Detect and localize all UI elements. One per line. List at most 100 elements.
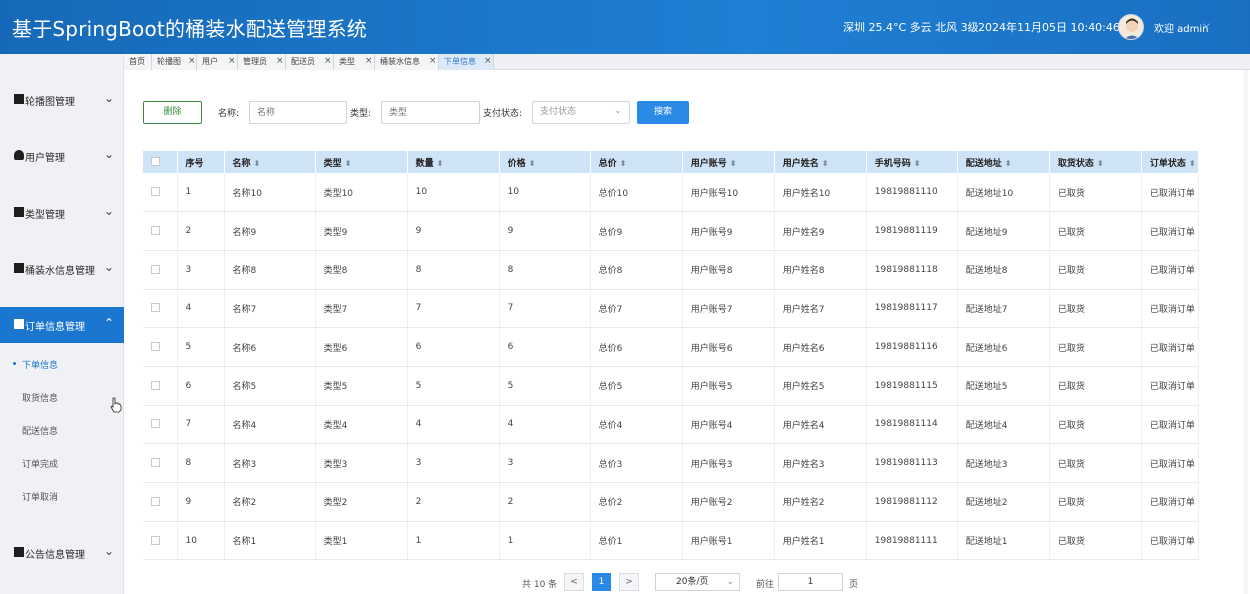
table-row[interactable]: 2 名称9 类型9 9 9 总价9 用户账号9 用户姓名9 19819881119 配送地址9 已取… — [143, 211, 1200, 251]
table-row[interactable]: 10 名称1 类型1 1 1 总价1 用户账号1 用户姓名1 19819881111 配送地址1 已… — [143, 521, 1200, 561]
page-size-select[interactable]: 20条/页 ⌄ — [655, 573, 740, 591]
avatar[interactable] — [1118, 14, 1144, 40]
scrollbar[interactable] — [1243, 70, 1248, 594]
sidebar-item-orders[interactable]: 订单信息管理 ⌃ — [0, 307, 124, 343]
search-button[interactable]: 搜索 — [637, 101, 689, 124]
prev-page-button[interactable]: < — [564, 573, 584, 591]
close-icon[interactable]: × — [188, 53, 196, 69]
sort-icon[interactable]: ⬍ — [1097, 159, 1104, 168]
close-icon[interactable]: × — [365, 53, 373, 69]
row-select-cell — [143, 443, 178, 483]
table-row[interactable]: 6 名称5 类型5 5 5 总价5 用户账号5 用户姓名5 19819881115 配送地址5 已取… — [143, 366, 1200, 406]
sidebar-item-notices[interactable]: 公告信息管理 ⌄ — [0, 535, 124, 571]
tab-water-info[interactable]: 桶装水信息 × — [375, 54, 439, 70]
sort-icon[interactable]: ⬍ — [529, 159, 536, 168]
current-page-button[interactable]: 1 — [592, 573, 611, 591]
row-checkbox[interactable] — [151, 380, 160, 390]
row-checkbox[interactable] — [151, 342, 160, 352]
column-header[interactable]: 序号 — [177, 151, 225, 173]
column-header[interactable]: 手机号码 ⬍ — [866, 151, 958, 173]
close-icon[interactable]: × — [484, 53, 492, 69]
row-checkbox[interactable] — [151, 419, 160, 429]
sort-icon[interactable]: ⬍ — [345, 159, 352, 168]
welcome-user[interactable]: 欢迎 admin — [1154, 20, 1209, 35]
delete-button[interactable]: 删除 — [143, 101, 202, 124]
table-cell: 5 — [177, 327, 225, 367]
table-row[interactable]: 5 名称6 类型6 6 6 总价6 用户账号6 用户姓名6 19819881116 配送地址6 已取… — [143, 327, 1200, 367]
sidebar-item-types[interactable]: 类型管理 ⌄ — [0, 195, 124, 231]
submenu-item-place-order[interactable]: 下单信息 — [12, 358, 58, 371]
row-checkbox[interactable] — [151, 226, 160, 236]
table-row[interactable]: 3 名称8 类型8 8 8 总价8 用户账号8 用户姓名8 19819881118 配送地址8 已取… — [143, 250, 1200, 290]
table-cell: 用户账号4 — [682, 405, 775, 445]
tab-carousel[interactable]: 轮播图 × — [152, 54, 197, 70]
row-checkbox[interactable] — [151, 496, 160, 506]
sort-icon[interactable]: ⬍ — [914, 159, 921, 168]
table-row[interactable]: 7 名称4 类型4 4 4 总价4 用户账号4 用户姓名4 19819881114 配送地址4 已取… — [143, 405, 1200, 445]
table-cell: 用户账号6 — [682, 327, 775, 367]
chevron-down-icon: ⌄ — [104, 544, 115, 558]
row-checkbox[interactable] — [151, 264, 160, 274]
row-checkbox[interactable] — [151, 187, 160, 197]
tab-home[interactable]: 首页 — [124, 54, 152, 70]
close-icon[interactable]: × — [276, 53, 284, 69]
sort-icon[interactable]: ⬍ — [620, 159, 627, 168]
close-icon[interactable]: × — [228, 53, 236, 69]
submenu-item-delivery[interactable]: 配送信息 — [22, 424, 58, 437]
column-header[interactable]: 价格 ⬍ — [499, 151, 591, 173]
tab-admin[interactable]: 管理员 × — [238, 54, 286, 70]
sort-icon[interactable]: ⬍ — [254, 159, 261, 168]
submenu-item-cancelled[interactable]: 订单取消 — [22, 490, 58, 503]
submenu-item-pickup[interactable]: 取货信息 — [22, 391, 58, 404]
table-cell: 已取消订单 — [1141, 482, 1200, 522]
table-cell: 名称10 — [224, 173, 316, 213]
row-checkbox[interactable] — [151, 535, 160, 545]
row-checkbox[interactable] — [151, 303, 160, 313]
sort-icon[interactable]: ⬍ — [1189, 159, 1196, 168]
sidebar-item-users[interactable]: 用户管理 ⌄ — [0, 138, 124, 174]
chevron-down-icon[interactable]: ⌵ — [1203, 20, 1210, 30]
table-row[interactable]: 4 名称7 类型7 7 7 总价7 用户账号7 用户姓名7 19819881117 配送地址7 已取… — [143, 289, 1200, 329]
sort-icon[interactable]: ⬍ — [437, 159, 444, 168]
table-row[interactable]: 1 名称10 类型10 10 10 总价10 用户账号10 用户姓名10 19819881110… — [143, 173, 1200, 213]
tab-order-info[interactable]: 下单信息 × — [439, 54, 494, 70]
table-cell: 9 — [407, 211, 500, 251]
column-header[interactable]: 类型 ⬍ — [315, 151, 408, 173]
table-cell: 已取消订单 — [1141, 521, 1200, 561]
column-header[interactable]: 数量 ⬍ — [407, 151, 500, 173]
close-icon[interactable]: × — [429, 53, 437, 69]
type-input[interactable] — [381, 101, 480, 124]
column-header[interactable]: 名称 ⬍ — [224, 151, 316, 173]
tab-courier[interactable]: 配送员 × — [286, 54, 334, 70]
column-header[interactable]: 配送地址 ⬍ — [957, 151, 1050, 173]
close-icon[interactable]: × — [324, 53, 332, 69]
table-row[interactable]: 8 名称3 类型3 3 3 总价3 用户账号3 用户姓名3 19819881113 配送地址3 已取… — [143, 443, 1200, 483]
next-page-button[interactable]: > — [619, 573, 639, 591]
submenu-item-completed[interactable]: 订单完成 — [22, 457, 58, 470]
column-header[interactable]: 用户账号 ⬍ — [682, 151, 775, 173]
tab-type[interactable]: 类型 × — [334, 54, 375, 70]
column-header-label: 取货状态 — [1057, 158, 1094, 169]
grid-icon — [14, 263, 24, 273]
sort-icon[interactable]: ⬍ — [1005, 159, 1012, 168]
sidebar-item-carousel[interactable]: 轮播图管理 ⌄ — [0, 82, 124, 118]
column-header[interactable]: 取货状态 ⬍ — [1049, 151, 1142, 173]
row-select-cell — [143, 211, 178, 251]
select-all-checkbox[interactable] — [151, 157, 160, 166]
column-header[interactable]: 总价 ⬍ — [590, 151, 683, 173]
table-cell: 名称3 — [224, 443, 316, 483]
name-input[interactable] — [249, 101, 347, 124]
column-header[interactable]: 用户姓名 ⬍ — [774, 151, 867, 173]
sidebar-item-water-info[interactable]: 桶装水信息管理 ⌄ — [0, 251, 124, 287]
goto-page-input[interactable]: 1 — [778, 573, 843, 591]
row-checkbox[interactable] — [151, 458, 160, 468]
column-header[interactable]: 订单状态 ⬍ — [1141, 151, 1200, 173]
tab-user[interactable]: 用户 × — [197, 54, 238, 70]
sidebar: 轮播图管理 ⌄ 用户管理 ⌄ 类型管理 ⌄ 桶装水信息管理 ⌄ 订单信息管理 ⌃… — [0, 54, 124, 594]
table-cell: 5 — [499, 366, 591, 406]
sort-icon[interactable]: ⬍ — [822, 159, 829, 168]
table-row[interactable]: 9 名称2 类型2 2 2 总价2 用户账号2 用户姓名2 19819881112 配送地址2 已取… — [143, 482, 1200, 522]
table-cell: 2 — [499, 482, 591, 522]
table-cell: 配送地址8 — [957, 250, 1050, 290]
sort-icon[interactable]: ⬍ — [730, 159, 737, 168]
